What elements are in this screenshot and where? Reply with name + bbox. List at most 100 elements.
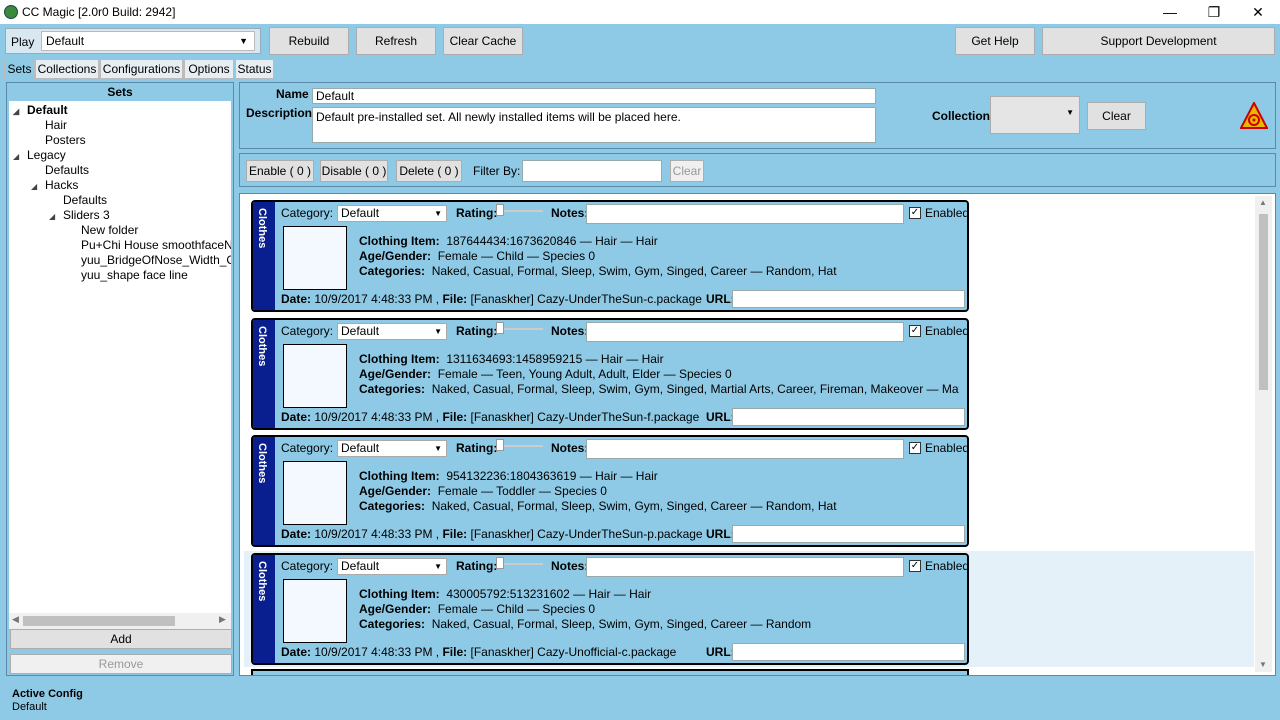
enabled-checkbox[interactable]: ✓ [909, 207, 921, 219]
enable-button[interactable]: Enable ( 0 ) [246, 160, 314, 182]
rating-slider-thumb[interactable] [496, 204, 504, 216]
refresh-button[interactable]: Refresh [356, 27, 436, 55]
horizontal-scrollbar[interactable]: ◀ ▶ [9, 613, 231, 629]
sets-header: Sets [107, 85, 133, 99]
url-field[interactable] [732, 642, 965, 661]
check-icon: ✓ [910, 442, 920, 453]
category-value: Default [341, 206, 380, 220]
clothing-item-value: 954132236:1804363619 — Hair — Hair [446, 469, 658, 483]
file-label: File: [442, 644, 468, 659]
file-value: [Fanaskher] Cazy-UnderTheSun-p.package [470, 527, 703, 541]
minimize-button[interactable]: — [1148, 0, 1192, 24]
notes-field[interactable] [586, 556, 904, 577]
rating-slider-thumb[interactable] [496, 439, 504, 451]
date-file-line: Date: 10/9/2017 4:48:33 PM , File: [Fana… [281, 645, 676, 659]
name-field[interactable]: Default [312, 88, 876, 104]
tree-node[interactable]: yuu_BridgeOfNose_Width_Cor [67, 253, 231, 268]
rating-slider[interactable] [499, 562, 543, 565]
url-label: URL: [706, 292, 735, 306]
description-field[interactable]: Default pre-installed set. All newly ins… [312, 107, 876, 143]
categories-line: Categories: Naked, Casual, Formal, Sleep… [359, 264, 959, 278]
filter-input[interactable] [522, 160, 662, 182]
date-label: Date: [281, 292, 312, 306]
tree-node[interactable]: ◢ Legacy [13, 148, 66, 164]
support-development-button[interactable]: Support Development [1042, 27, 1275, 55]
close-button[interactable]: ✕ [1236, 0, 1280, 24]
enabled-checkbox[interactable]: ✓ [909, 324, 921, 337]
category-label: Category: [281, 558, 334, 573]
clothing-item-card[interactable]: Clothes Category: Default ▼ Rating: Notes… [251, 317, 969, 430]
url-field[interactable] [732, 290, 965, 308]
tree-node[interactable]: Pu+Chi House smoothfaceNoi [67, 238, 231, 253]
scroll-left-icon[interactable]: ◀ [12, 614, 19, 625]
category-dropdown[interactable]: Default ▼ [337, 205, 447, 222]
file-value: [Fanaskher] Cazy-UnderTheSun-c.package [470, 292, 702, 306]
tree-node[interactable]: ◢ Default [13, 103, 68, 119]
rebuild-button[interactable]: Rebuild [269, 27, 349, 55]
get-help-button[interactable]: Get Help [955, 27, 1035, 55]
tree-node[interactable]: yuu_shape face line [67, 268, 188, 283]
scrollbar-thumb[interactable] [23, 616, 175, 626]
tree-node[interactable]: Hair [31, 118, 67, 133]
check-icon: ✓ [910, 324, 920, 336]
sets-tree[interactable]: ◢ Default Hair Posters ◢ Legacy Defaults ◢ Hacks… [9, 101, 231, 613]
notes-field[interactable] [586, 439, 904, 459]
categories-label: Categories: [359, 616, 426, 631]
tree-node[interactable]: Defaults [31, 163, 89, 178]
category-dropdown[interactable]: Default ▼ [337, 557, 447, 575]
restore-button[interactable]: ❐ [1192, 0, 1236, 24]
name-label: Name [276, 87, 309, 101]
tree-node[interactable]: ◢ Sliders 3 [49, 208, 110, 224]
rating-slider[interactable] [499, 327, 543, 330]
tab-configurations[interactable]: Configurations [100, 59, 183, 79]
collection-dropdown[interactable]: ▼ [990, 96, 1080, 134]
tree-node[interactable]: Posters [31, 133, 86, 148]
url-field[interactable] [732, 407, 965, 426]
vertical-scrollbar[interactable]: ▲ ▼ [1255, 196, 1272, 672]
add-button[interactable]: Add [10, 629, 232, 649]
expand-triangle-icon[interactable]: ◢ [31, 179, 45, 194]
url-field[interactable] [732, 525, 965, 543]
tree-node[interactable]: Defaults [49, 193, 107, 208]
tab-sets[interactable]: Sets [4, 59, 35, 79]
expand-triangle-icon[interactable]: ◢ [49, 209, 63, 224]
expand-triangle-icon[interactable]: ◢ [13, 104, 27, 119]
enabled-checkbox[interactable]: ✓ [909, 442, 921, 454]
remove-button[interactable]: Remove [10, 654, 232, 674]
tree-node-label: Sliders 3 [63, 208, 110, 222]
item-type-label: Clothes [256, 325, 268, 366]
clothing-item-card[interactable]: Clothes Category: Default ▼ Rating: Notes… [251, 200, 969, 312]
tab-status[interactable]: Status [235, 59, 274, 79]
tree-node[interactable]: New folder [67, 223, 138, 238]
scrollbar-thumb[interactable] [1259, 214, 1268, 390]
tab-collections[interactable]: Collections [35, 59, 99, 79]
tree-node[interactable]: ◢ Hacks [31, 178, 78, 194]
play-dropdown[interactable]: Default ▼ [41, 31, 255, 51]
scroll-up-icon[interactable]: ▲ [1259, 198, 1267, 207]
delete-button[interactable]: Delete ( 0 ) [396, 160, 462, 182]
tab-options[interactable]: Options [184, 59, 234, 79]
rating-slider-thumb[interactable] [496, 321, 504, 334]
clothing-item-card[interactable]: Clothes Category: Default ▼ Rating: Notes… [251, 435, 969, 547]
category-dropdown[interactable]: Default ▼ [337, 322, 447, 340]
rating-slider[interactable] [499, 445, 543, 447]
notes-field[interactable] [586, 321, 904, 342]
disable-button[interactable]: Disable ( 0 ) [320, 160, 388, 182]
chevron-down-icon: ▼ [1066, 108, 1074, 117]
category-dropdown[interactable]: Default ▼ [337, 440, 447, 457]
enabled-checkbox[interactable]: ✓ [909, 559, 921, 572]
scroll-right-icon[interactable]: ▶ [219, 614, 226, 625]
tree-node-label: Legacy [27, 148, 66, 162]
rating-slider-thumb[interactable] [496, 556, 504, 569]
notes-field[interactable] [586, 204, 904, 224]
expand-triangle-icon[interactable]: ◢ [13, 149, 27, 164]
filter-clear-button[interactable]: Clear [670, 160, 704, 182]
collection-clear-button[interactable]: Clear [1087, 102, 1146, 130]
clothing-item-label: Clothing Item: [359, 351, 440, 366]
window-title: CC Magic [2.0r0 Build: 2942] [22, 5, 176, 19]
clothing-item-card[interactable]: Clothes Category: Default ▼ Rating: Notes… [251, 552, 969, 665]
scroll-down-icon[interactable]: ▼ [1259, 660, 1267, 669]
warning-icon[interactable] [1240, 102, 1268, 130]
rating-slider[interactable] [499, 210, 543, 212]
clear-cache-button[interactable]: Clear Cache [443, 27, 523, 55]
